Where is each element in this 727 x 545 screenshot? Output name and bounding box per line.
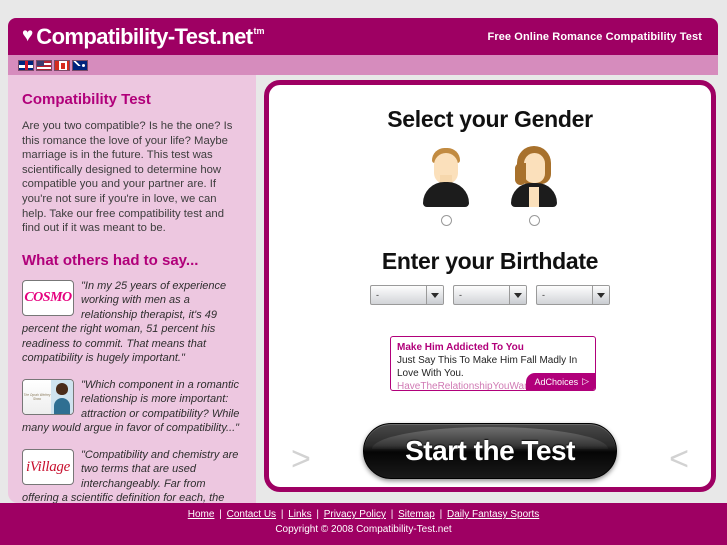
testimonial-oprah: The Oprah Winfrey Show "Which component … [22, 378, 242, 436]
footer-separator: | [436, 509, 445, 520]
header-tagline: Free Online Romance Compatibility Test [487, 30, 702, 43]
day-value: - [459, 290, 462, 300]
footer-copyright: Copyright © 2008 Compatibility-Test.net [275, 524, 452, 535]
oprah-show-logo-icon: The Oprah Winfrey Show [22, 378, 74, 415]
heart-icon: ♥ [22, 24, 34, 46]
flag-ca-icon[interactable] [54, 59, 70, 71]
arrow-left-pointer-icon: < [669, 440, 689, 478]
adchoices-label: AdChoices [534, 376, 579, 387]
gender-option-female[interactable] [511, 143, 557, 226]
footer-link-contact-us[interactable]: Contact Us [227, 509, 276, 520]
main-panel: Select your Gender Enter your Birthdate … [264, 80, 716, 492]
testimonials-heading: What others had to say... [22, 251, 199, 269]
testimonial-cosmo: COSMO "In my 25 years of experience work… [22, 279, 242, 366]
radio-female[interactable] [528, 215, 540, 226]
ad-title[interactable]: Make Him Addicted To You [397, 341, 589, 354]
flag-uk-icon[interactable] [18, 59, 34, 71]
footer-links: Home | Contact Us | Links | Privacy Poli… [188, 509, 540, 520]
triangle-right-icon: ▷ [582, 376, 589, 386]
page-root: ♥ Compatibility-Test.net tm Free Online … [0, 0, 727, 545]
chevron-down-icon[interactable] [509, 286, 526, 304]
sidebar-heading: Compatibility Test [22, 91, 151, 108]
advertisement-block[interactable]: Make Him Addicted To You Just Say This T… [390, 336, 596, 391]
ivillage-logo-text: iVillage [26, 458, 70, 475]
female-avatar-icon [511, 143, 557, 207]
footer-separator: | [387, 509, 397, 520]
birthdate-month-select[interactable]: - [370, 285, 444, 305]
gender-selector [269, 143, 711, 226]
radio-male[interactable] [440, 215, 452, 226]
gender-heading: Select your Gender [387, 106, 593, 132]
flag-au-icon[interactable] [72, 59, 88, 71]
footer-link-home[interactable]: Home [188, 509, 215, 520]
birthdate-heading: Enter your Birthdate [381, 248, 599, 274]
month-value: - [376, 290, 379, 300]
footer-separator: | [278, 509, 287, 520]
footer-separator: | [216, 509, 225, 520]
male-avatar-icon [423, 143, 469, 207]
language-flag-bar [8, 55, 718, 75]
cosmo-logo-icon: COSMO [22, 279, 74, 316]
birthdate-day-select[interactable]: - [453, 285, 527, 305]
site-logo[interactable]: ♥ Compatibility-Test.net tm [8, 23, 265, 49]
cosmo-logo-text: COSMO [24, 289, 72, 305]
sidebar-intro-text: Are you two compatible? Is he the one? I… [22, 120, 233, 235]
oprah-logo-text: The Oprah Winfrey Show [23, 392, 51, 401]
arrow-right-pointer-icon: > [291, 440, 311, 478]
logo-text: Compatibility-Test.net [36, 23, 253, 49]
trademark-mark: tm [253, 25, 265, 36]
footer-separator: | [313, 509, 322, 520]
footer-link-privacy-policy[interactable]: Privacy Policy [324, 509, 386, 520]
footer-link-daily-fantasy-sports[interactable]: Daily Fantasy Sports [447, 509, 539, 520]
gender-option-male[interactable] [423, 143, 469, 226]
footer-link-sitemap[interactable]: Sitemap [398, 509, 435, 520]
sidebar: Compatibility Test Are you two compatibl… [8, 75, 256, 503]
birthdate-year-select[interactable]: - [536, 285, 610, 305]
testimonial-ivillage: iVillage "Compatibility and chemistry ar… [22, 448, 242, 503]
birthdate-selectors: - - - [269, 285, 711, 305]
chevron-down-icon[interactable] [592, 286, 609, 304]
site-header: ♥ Compatibility-Test.net tm Free Online … [8, 18, 718, 55]
flag-us-icon[interactable] [36, 59, 52, 71]
chevron-down-icon[interactable] [426, 286, 443, 304]
footer-link-links[interactable]: Links [288, 509, 311, 520]
year-value: - [542, 290, 545, 300]
start-test-label: Start the Test [405, 435, 575, 466]
adchoices-badge[interactable]: AdChoices ▷ [525, 373, 595, 390]
start-test-button[interactable]: Start the Test [363, 423, 617, 479]
ivillage-logo-icon: iVillage [22, 448, 74, 485]
site-footer: Home | Contact Us | Links | Privacy Poli… [0, 503, 727, 545]
